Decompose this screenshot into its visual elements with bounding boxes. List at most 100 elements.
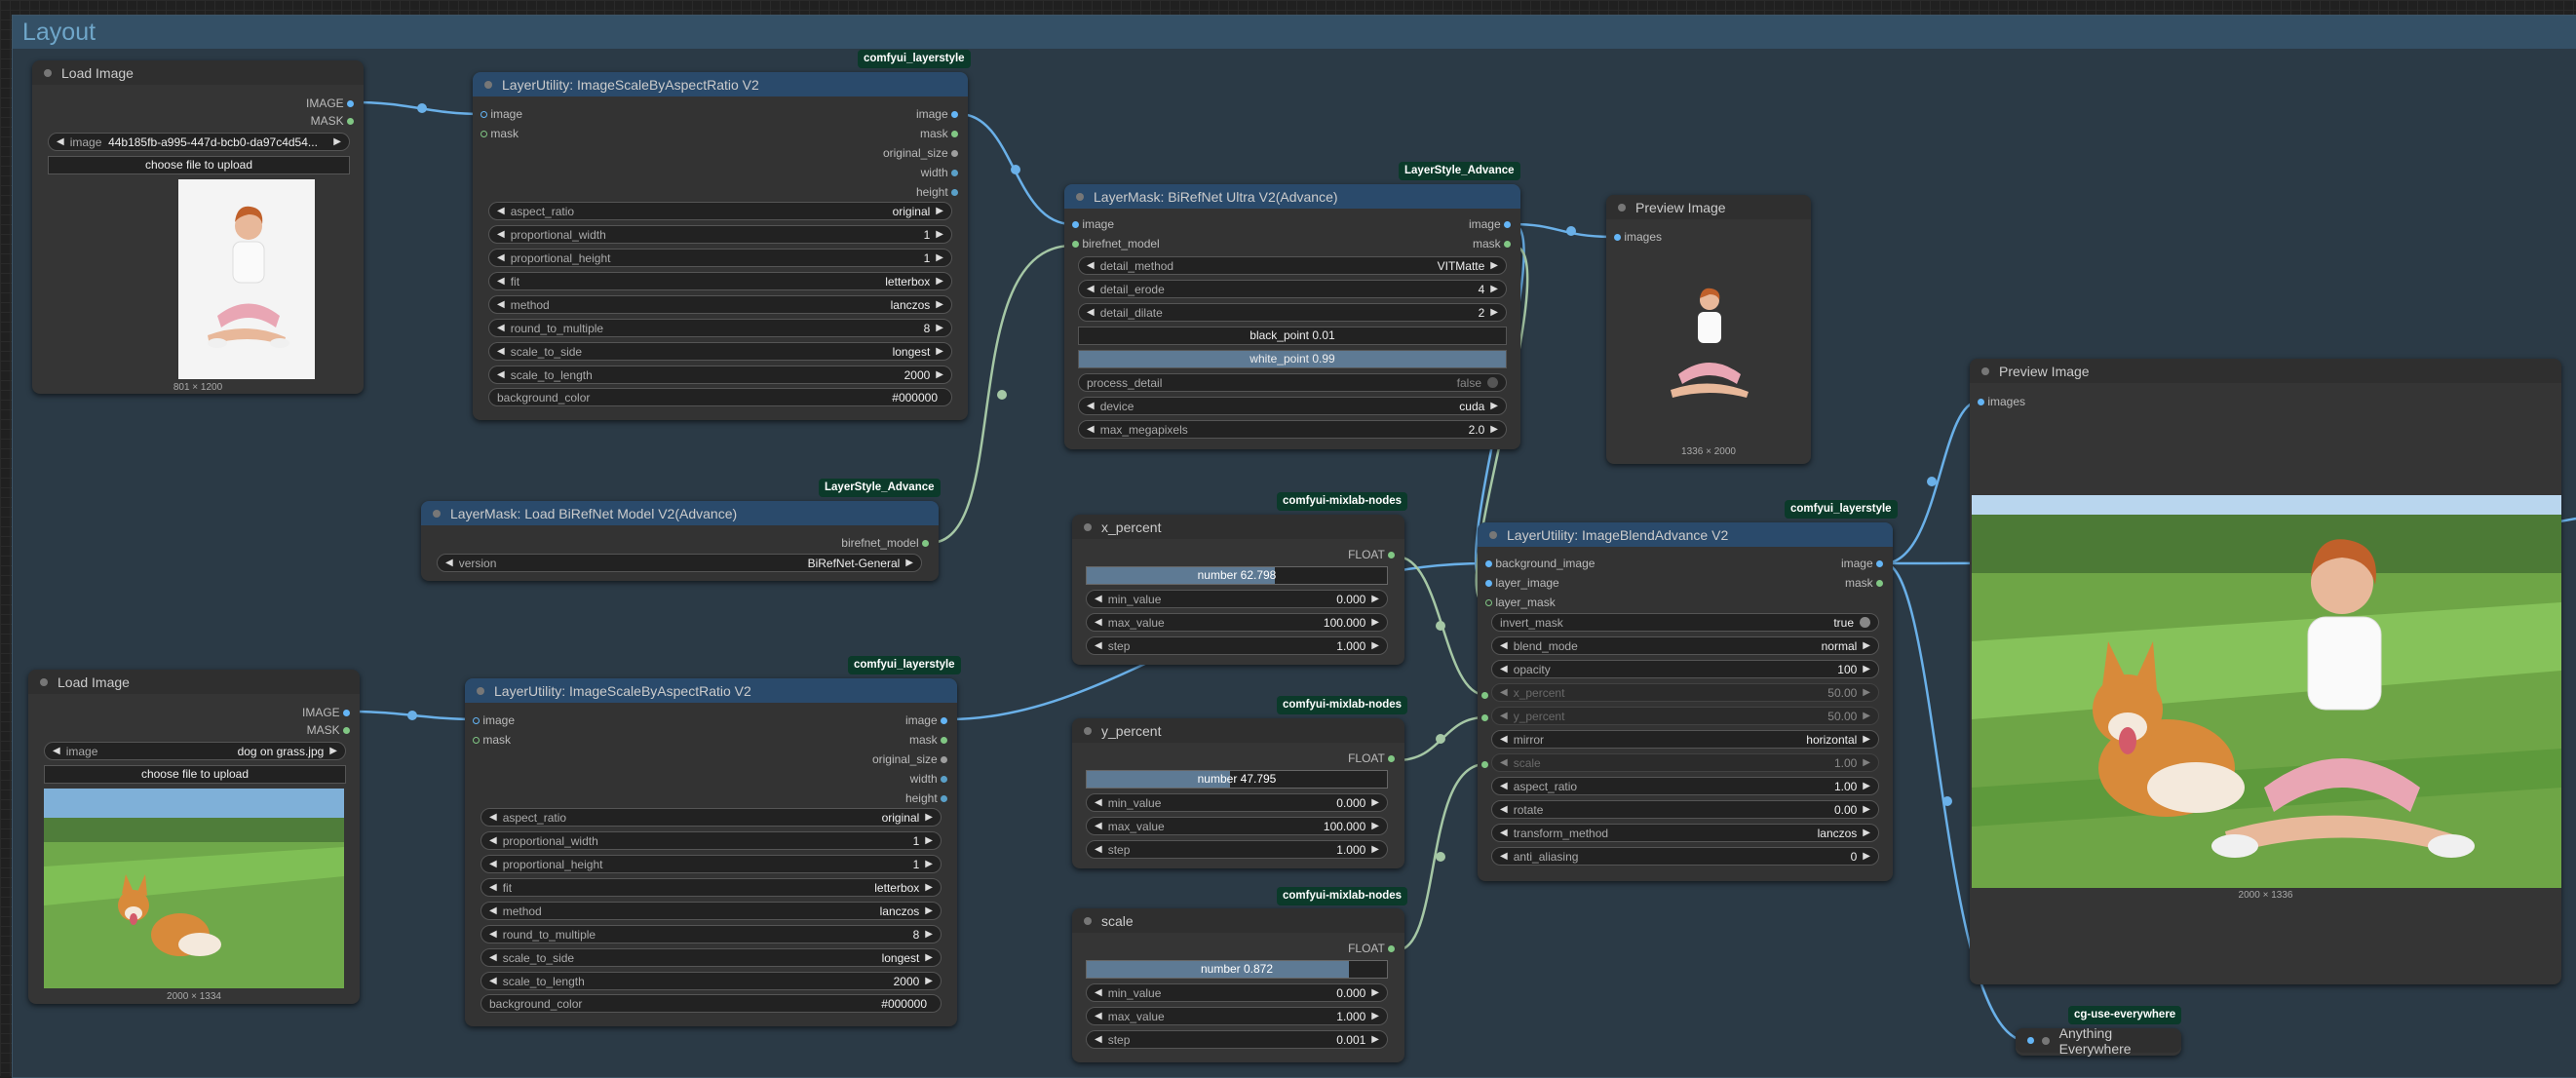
arrow-left-icon[interactable]: ◀ <box>1095 821 1102 831</box>
widget-rotate[interactable]: ◀ rotate 0.00 ▶ <box>1491 800 1879 819</box>
node-title-bar[interactable]: y_percent <box>1072 718 1404 743</box>
arrow-left-icon[interactable]: ◀ <box>489 835 497 846</box>
node-scale-by-aspect-ratio-2[interactable]: LayerUtility: ImageScaleByAspectRatio V2… <box>465 678 957 1026</box>
input-birefnet-model[interactable]: birefnet_model <box>1072 236 1160 251</box>
node-title-bar[interactable]: LayerMask: Load BiRefNet Model V2(Advanc… <box>421 501 939 525</box>
arrow-left-icon[interactable]: ◀ <box>1095 1011 1102 1021</box>
widget-fit[interactable]: ◀ fit letterbox ▶ <box>488 272 952 290</box>
widget-aspect-ratio[interactable]: ◀ aspect_ratio original ▶ <box>481 808 942 827</box>
node-title-bar[interactable]: x_percent <box>1072 515 1404 539</box>
number-slider[interactable]: number 62.798 <box>1086 566 1388 585</box>
output-pin-icon[interactable] <box>941 737 947 745</box>
node-title-bar[interactable]: Load Image <box>28 670 360 694</box>
arrow-left-icon[interactable]: ◀ <box>489 859 497 869</box>
output-pin-icon[interactable] <box>343 727 350 735</box>
arrow-right-icon[interactable]: ▶ <box>1863 640 1870 651</box>
input-mask[interactable]: mask <box>473 732 511 748</box>
arrow-left-icon[interactable]: ◀ <box>489 952 497 963</box>
arrow-right-icon[interactable]: ▶ <box>936 346 943 357</box>
arrow-right-icon[interactable]: ▶ <box>333 136 341 147</box>
collapse-dot-icon[interactable] <box>1084 916 1092 925</box>
widget-max-value[interactable]: ◀ max_value 100.000 ▶ <box>1086 613 1388 632</box>
collapse-dot-icon[interactable] <box>1084 726 1092 735</box>
arrow-left-icon[interactable]: ◀ <box>489 882 497 893</box>
output-mask[interactable]: mask <box>1473 236 1511 251</box>
input-pin-icon[interactable] <box>1978 399 1984 406</box>
widget-round-to-multiple[interactable]: ◀ round_to_multiple 8 ▶ <box>488 319 952 337</box>
arrow-left-icon[interactable]: ◀ <box>1500 711 1508 721</box>
collapse-dot-icon[interactable] <box>44 68 52 77</box>
widget-min-value[interactable]: ◀ min_value 0.000 ▶ <box>1086 590 1388 608</box>
input-pin-icon[interactable] <box>1485 580 1492 588</box>
arrow-right-icon[interactable]: ▶ <box>1863 757 1870 768</box>
upload-button[interactable]: choose file to upload <box>48 156 350 174</box>
arrow-left-icon[interactable]: ◀ <box>1500 804 1508 815</box>
arrow-right-icon[interactable]: ▶ <box>936 206 943 216</box>
input-pin-icon[interactable] <box>2027 1037 2034 1044</box>
input-pin-icon[interactable] <box>1614 234 1621 242</box>
node-y-percent[interactable]: y_percent FLOAT number 47.795 ◀ min_value 0.… <box>1072 718 1404 868</box>
output-pin-icon[interactable] <box>941 795 947 803</box>
toggle-knob-icon[interactable] <box>1860 617 1870 628</box>
invert-mask-toggle[interactable]: invert_mask true <box>1491 613 1879 632</box>
pin-blend-y-percent[interactable] <box>1481 714 1488 721</box>
widget-step[interactable]: ◀ step 1.000 ▶ <box>1086 840 1388 859</box>
arrow-right-icon[interactable]: ▶ <box>1371 1034 1379 1045</box>
output-pin-icon[interactable] <box>1388 945 1395 953</box>
collapse-dot-icon[interactable] <box>433 509 441 518</box>
output-pin-icon[interactable] <box>1876 560 1883 568</box>
arrow-left-icon[interactable]: ◀ <box>497 276 505 287</box>
widget-proportional-width[interactable]: ◀ proportional_width 1 ▶ <box>481 831 942 850</box>
upload-button[interactable]: choose file to upload <box>44 765 346 784</box>
arrow-right-icon[interactable]: ▶ <box>1371 1011 1379 1021</box>
arrow-right-icon[interactable]: ▶ <box>936 229 943 240</box>
node-birefnet-ultra[interactable]: LayerMask: BiRefNet Ultra V2(Advance) im… <box>1064 184 1520 449</box>
output-mask[interactable]: MASK <box>311 113 354 129</box>
collapse-dot-icon[interactable] <box>1489 530 1497 539</box>
collapse-dot-icon[interactable] <box>1076 192 1084 201</box>
arrow-right-icon[interactable]: ▶ <box>925 812 933 823</box>
arrow-left-icon[interactable]: ◀ <box>497 323 505 333</box>
output-width[interactable]: width <box>910 771 947 787</box>
output-pin-icon[interactable] <box>1388 552 1395 559</box>
collapse-dot-icon[interactable] <box>1618 203 1626 212</box>
node-title-bar[interactable]: LayerUtility: ImageScaleByAspectRatio V2 <box>473 72 968 96</box>
node-title-bar[interactable]: LayerMask: BiRefNet Ultra V2(Advance) <box>1064 184 1520 209</box>
arrow-right-icon[interactable]: ▶ <box>905 558 913 568</box>
collapse-dot-icon[interactable] <box>2041 1036 2050 1045</box>
arrow-left-icon[interactable]: ◀ <box>489 905 497 916</box>
arrow-left-icon[interactable]: ◀ <box>53 746 60 756</box>
toggle-knob-icon[interactable] <box>1487 377 1498 388</box>
white-point-field[interactable]: white_point 0.99 <box>1078 350 1507 368</box>
number-slider[interactable]: number 0.872 <box>1086 960 1388 979</box>
node-title-bar[interactable]: LayerUtility: ImageScaleByAspectRatio V2 <box>465 678 957 703</box>
arrow-left-icon[interactable]: ◀ <box>497 346 505 357</box>
output-original-size[interactable]: original_size <box>883 145 958 161</box>
widget-transform-method[interactable]: ◀ transform_method lanczos ▶ <box>1491 824 1879 842</box>
arrow-left-icon[interactable]: ◀ <box>57 136 64 147</box>
arrow-left-icon[interactable]: ◀ <box>497 206 505 216</box>
output-pin-icon[interactable] <box>941 756 947 764</box>
arrow-right-icon[interactable]: ▶ <box>1863 851 1870 862</box>
output-float[interactable]: FLOAT <box>1348 751 1395 766</box>
node-title-bar[interactable]: Preview Image <box>1970 359 2561 383</box>
input-pin-icon[interactable] <box>1072 221 1079 229</box>
arrow-left-icon[interactable]: ◀ <box>497 252 505 263</box>
node-load-image-2[interactable]: Load Image IMAGE MASK ◀ image dog on grass… <box>28 670 360 1004</box>
output-pin-icon[interactable] <box>951 111 958 119</box>
input-pin-icon[interactable] <box>481 131 487 138</box>
input-layer-mask[interactable]: layer_mask <box>1485 595 1556 610</box>
widget-scale-to-length[interactable]: ◀ scale_to_length 2000 ▶ <box>488 366 952 384</box>
output-mask[interactable]: mask <box>1845 575 1883 591</box>
output-pin-icon[interactable] <box>1388 755 1395 763</box>
widget-y-percent[interactable]: ◀ y_percent 50.00 ▶ <box>1491 707 1879 725</box>
input-images[interactable]: images <box>1978 394 2025 409</box>
widget-device[interactable]: ◀ device cuda ▶ <box>1078 397 1507 415</box>
output-pin-icon[interactable] <box>941 717 947 725</box>
arrow-left-icon[interactable]: ◀ <box>1095 594 1102 604</box>
node-title-bar[interactable]: Load Image <box>32 60 364 85</box>
arrow-right-icon[interactable]: ▶ <box>1371 844 1379 855</box>
input-images[interactable]: images <box>1614 229 1662 245</box>
arrow-left-icon[interactable]: ◀ <box>1087 424 1095 435</box>
output-pin-icon[interactable] <box>951 150 958 158</box>
